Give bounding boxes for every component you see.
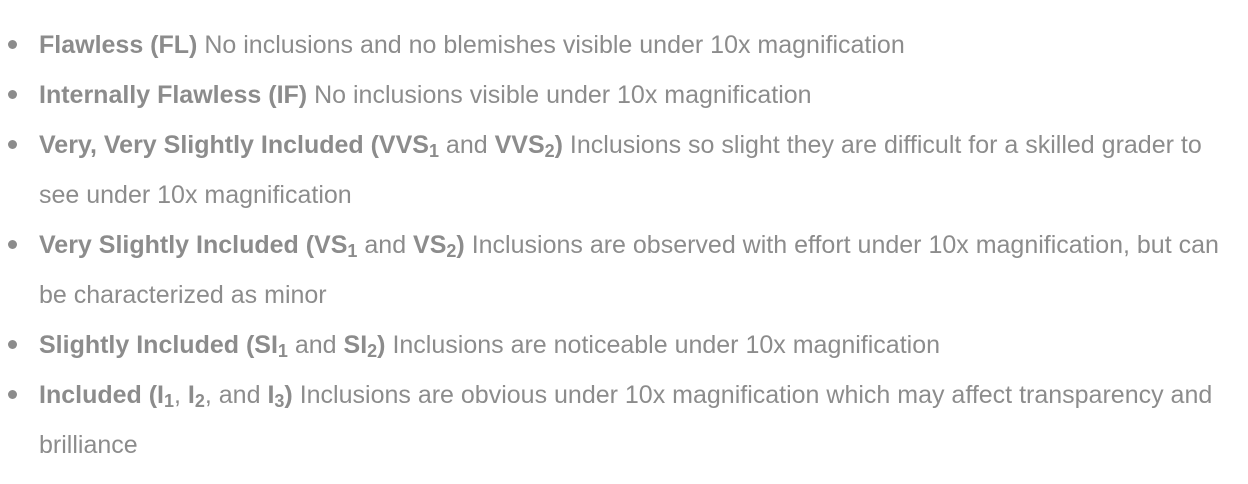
list-item-vs: Very Slightly Included (VS1 and VS2) Inc…	[0, 220, 1240, 320]
grade-joiner: and	[357, 231, 414, 259]
list-item-vvs: Very, Very Slightly Included (VVS1 and V…	[0, 120, 1240, 220]
bullet-icon	[8, 240, 17, 249]
grade-name: Very Slightly Included (VS1 and VS2)	[39, 231, 465, 261]
grade-suffix: )	[456, 231, 465, 259]
clarity-grade-list: Flawless (FL) No inclusions and no blemi…	[0, 0, 1240, 470]
grade-suffix: )	[377, 331, 386, 359]
grade-subscript: 2	[194, 390, 205, 411]
grade-subscript: 2	[367, 340, 378, 361]
list-item-si: Slightly Included (SI1 and SI2) Inclusio…	[0, 320, 1240, 370]
grade-abbr: VVS	[494, 131, 545, 159]
grade-name: Slightly Included (SI1 and SI2)	[39, 331, 386, 361]
grade-separator: , and	[204, 381, 268, 409]
grade-subscript: 1	[277, 340, 288, 361]
grade-prefix: Very Slightly Included (VS	[39, 231, 348, 259]
grade-description: No inclusions and no blemishes visible u…	[204, 31, 905, 59]
bullet-icon	[8, 90, 17, 99]
grade-separator: ,	[174, 381, 188, 409]
bullet-icon	[8, 390, 17, 399]
bullet-icon	[8, 140, 17, 149]
grade-subscript: 2	[446, 240, 457, 261]
grade-joiner: and	[438, 131, 495, 159]
grade-name: Included (I1, I2, and I3)	[39, 381, 293, 411]
list-item-flawless: Flawless (FL) No inclusions and no blemi…	[0, 20, 1240, 70]
list-item-included: Included (I1, I2, and I3) Inclusions are…	[0, 370, 1240, 470]
grade-abbr: VS	[413, 231, 447, 259]
grade-prefix: Very, Very Slightly Included (VVS	[39, 131, 429, 159]
grade-subscript: 1	[347, 240, 358, 261]
grade-prefix: Included (I	[39, 381, 164, 409]
list-item-internally-flawless: Internally Flawless (IF) No inclusions v…	[0, 70, 1240, 120]
grade-subscript: 1	[428, 140, 439, 161]
grade-subscript: 1	[164, 390, 175, 411]
grade-name: Internally Flawless (IF)	[39, 81, 308, 109]
grade-prefix: Slightly Included (SI	[39, 331, 278, 359]
grade-description: No inclusions visible under 10x magnific…	[314, 81, 812, 109]
grade-abbr: SI	[343, 331, 368, 359]
grade-suffix: )	[284, 381, 293, 409]
grade-joiner: and	[287, 331, 344, 359]
grade-subscript: 3	[274, 390, 285, 411]
grade-abbr: I	[187, 381, 195, 409]
grade-name: Flawless (FL)	[39, 31, 198, 59]
bullet-icon	[8, 40, 17, 49]
grade-description: Inclusions are noticeable under 10x magn…	[392, 331, 941, 359]
grade-name: Very, Very Slightly Included (VVS1 and V…	[39, 131, 563, 161]
grade-subscript: 2	[544, 140, 555, 161]
bullet-icon	[8, 340, 17, 349]
grade-suffix: )	[554, 131, 563, 159]
